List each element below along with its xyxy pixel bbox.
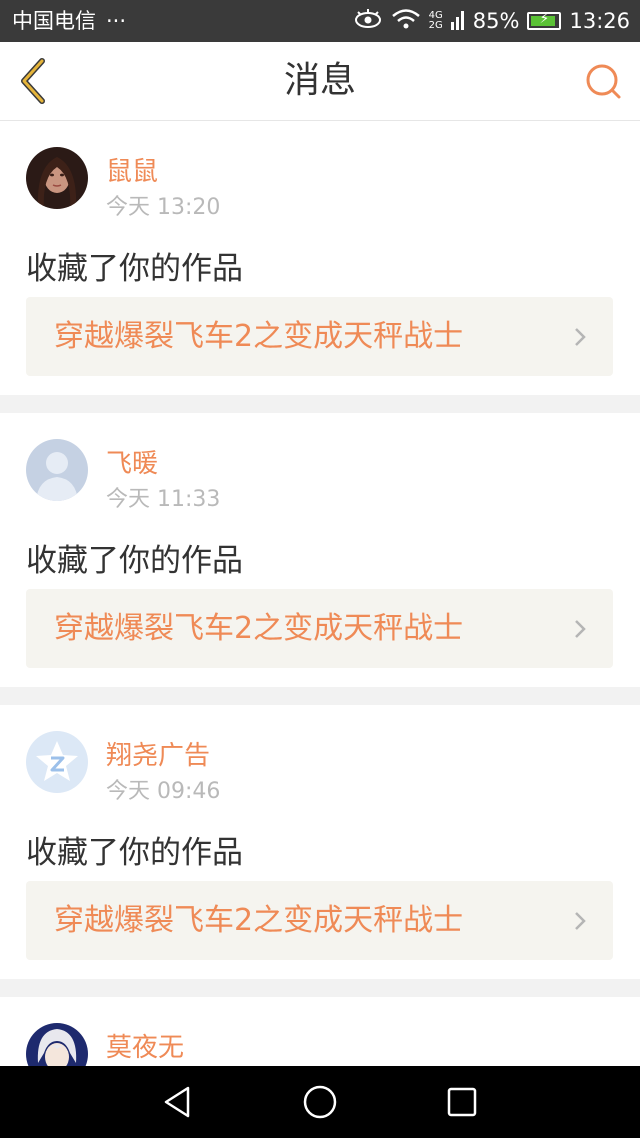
user-name[interactable]: 鼠鼠 — [106, 151, 158, 188]
user-avatar[interactable] — [26, 731, 88, 793]
user-avatar[interactable] — [26, 1023, 88, 1066]
recents-square-icon — [447, 1087, 477, 1117]
message-card: 翔尧广告 今天 09:46 收藏了你的作品 穿越爆裂飞车2之变成天秤战士 — [0, 705, 640, 979]
message-card: 飞暖 今天 11:33 收藏了你的作品 穿越爆裂飞车2之变成天秤战士 — [0, 413, 640, 687]
work-title: 穿越爆裂飞车2之变成天秤战士 — [54, 903, 464, 938]
search-button[interactable] — [584, 62, 624, 102]
nav-back-button[interactable] — [160, 1084, 196, 1120]
wifi-icon — [391, 8, 421, 35]
page-title: 消息 — [283, 60, 356, 101]
chevron-right-icon — [575, 620, 586, 638]
carrier-label: 中国电信 — [12, 9, 96, 33]
message-text: 收藏了你的作品 — [26, 835, 243, 871]
nav-home-button[interactable] — [302, 1084, 338, 1120]
user-name[interactable]: 翔尧广告 — [106, 735, 210, 772]
eye-icon — [353, 8, 383, 35]
battery-icon: ⚡ — [527, 11, 562, 30]
clock: 13:26 — [569, 9, 630, 33]
message-text: 收藏了你的作品 — [26, 251, 243, 287]
status-left: 中国电信 ··· — [12, 0, 126, 42]
message-card: 莫夜无 — [0, 997, 640, 1066]
battery-percent: 85% — [472, 9, 520, 33]
work-link[interactable]: 穿越爆裂飞车2之变成天秤战士 — [26, 881, 613, 960]
work-title: 穿越爆裂飞车2之变成天秤战士 — [54, 611, 464, 646]
work-link[interactable]: 穿越爆裂飞车2之变成天秤战士 — [26, 297, 613, 376]
photo-avatar-icon — [26, 147, 88, 209]
signal-icon — [450, 8, 465, 35]
user-avatar[interactable] — [26, 439, 88, 501]
nav-recents-button[interactable] — [444, 1084, 480, 1120]
default-avatar-icon — [26, 439, 88, 501]
qq-avatar-icon — [26, 731, 88, 793]
home-circle-icon — [303, 1085, 337, 1119]
status-right: 4G 2G 85% ⚡ 13:26 — [353, 0, 630, 42]
back-triangle-icon — [164, 1086, 190, 1118]
network-type: 4G 2G — [429, 11, 443, 31]
message-time: 今天 09:46 — [106, 779, 221, 804]
message-time: 今天 13:20 — [106, 195, 221, 220]
user-name[interactable]: 莫夜无 — [106, 1027, 184, 1064]
search-icon — [586, 64, 621, 99]
chevron-right-icon — [575, 328, 586, 346]
user-name[interactable]: 飞暖 — [106, 443, 158, 480]
message-text: 收藏了你的作品 — [26, 543, 243, 579]
message-card: 鼠鼠 今天 13:20 收藏了你的作品 穿越爆裂飞车2之变成天秤战士 — [0, 121, 640, 395]
anime-avatar-icon — [26, 1023, 88, 1066]
app-header: 消息 — [0, 42, 640, 121]
work-title: 穿越爆裂飞车2之变成天秤战士 — [54, 319, 464, 354]
work-link[interactable]: 穿越爆裂飞车2之变成天秤战士 — [26, 589, 613, 668]
user-avatar[interactable] — [26, 147, 88, 209]
chevron-right-icon — [575, 912, 586, 930]
message-time: 今天 11:33 — [106, 487, 221, 512]
more-indicator: ··· — [106, 9, 127, 33]
status-bar: 中国电信 ··· 4G 2G 85% ⚡ 13:26 — [0, 0, 640, 42]
network-bottom-label: 2G — [428, 20, 443, 31]
system-navigation-bar — [0, 1066, 640, 1138]
